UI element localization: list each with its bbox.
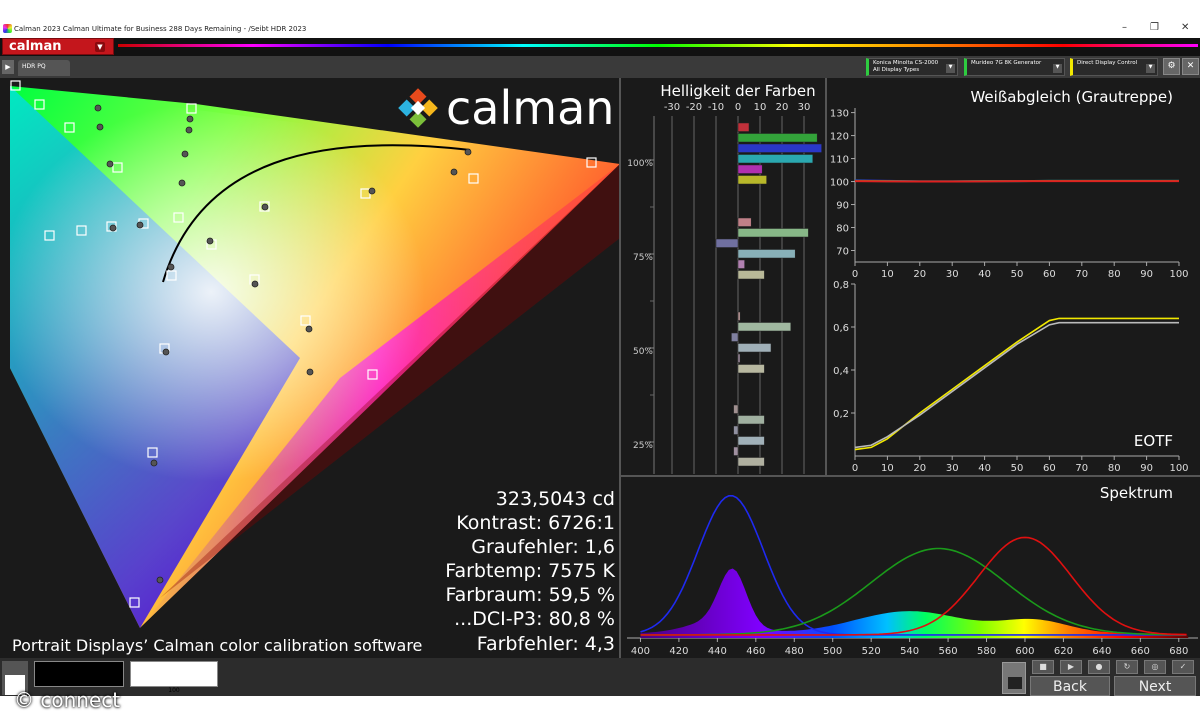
minimize-button[interactable]: – [1122, 22, 1127, 33]
maximize-button[interactable]: ❐ [1150, 22, 1159, 33]
measured-point [251, 280, 259, 288]
settings-gear-icon[interactable]: ⚙ [1163, 58, 1180, 75]
measured-point [450, 168, 458, 176]
device-meter-sub: All Display Types [873, 67, 920, 73]
device-generator-name: Murideo 7G 8K Generator [971, 60, 1042, 66]
connect-watermark: © connect [14, 688, 121, 712]
stat-luminance: 323,5043 cd [495, 488, 615, 510]
measured-point [178, 179, 186, 187]
measured-point [96, 123, 104, 131]
window-title-bar: Calman 2023 Calman Ultimate for Business… [0, 20, 1200, 38]
next-button[interactable]: Next [1114, 676, 1196, 696]
tab-hdr-pq[interactable]: HDR PQ [18, 60, 70, 76]
stat-gray-error: Graufehler: 1,6 [471, 536, 615, 558]
app-toolbar [0, 38, 1200, 56]
measured-point [150, 459, 158, 467]
device-meter-name: Konica Minolta CS-2000 [873, 60, 939, 66]
next-label: Next [1138, 679, 1172, 695]
measured-point [206, 237, 214, 245]
credit-caption: Portrait Displays’ Calman color calibrat… [12, 636, 423, 655]
device-meter[interactable]: Konica Minolta CS-2000 All Display Types… [866, 58, 958, 76]
chevron-down-icon[interactable]: ▼ [946, 64, 955, 73]
loop-icon[interactable]: ↻ [1116, 660, 1138, 674]
stat-color-temp: Farbtemp: 7575 K [445, 560, 615, 582]
device-display-name: Direct Display Control [1077, 60, 1138, 66]
bottom-white-strip [0, 696, 1200, 720]
device-display[interactable]: Direct Display Control ▼ [1070, 58, 1158, 76]
measured-point [162, 348, 170, 356]
measured-point [156, 576, 164, 584]
measured-point [185, 126, 193, 134]
measured-point [306, 368, 314, 376]
stop-icon[interactable]: ■ [1032, 660, 1054, 674]
patch-swatch-white[interactable] [130, 661, 218, 687]
check-icon[interactable]: ✓ [1172, 660, 1194, 674]
measured-point [368, 187, 376, 195]
record-icon[interactable]: ● [1088, 660, 1110, 674]
app-icon [3, 24, 12, 33]
chevron-down-icon[interactable]: ▼ [95, 42, 105, 52]
stat-gamut: Farbraum: 59,5 % [445, 584, 615, 606]
measured-point [464, 148, 472, 156]
play-icon[interactable]: ▶ [2, 60, 14, 74]
measured-point [181, 150, 189, 158]
logo-label: calman [9, 39, 62, 54]
patch-swatch-value: 100 [168, 687, 180, 694]
back-button[interactable]: Back [1030, 676, 1110, 696]
display-icon[interactable] [1002, 662, 1026, 694]
stat-dci-p3: ...DCI-P3: 80,8 % [454, 608, 615, 630]
measured-point [167, 263, 175, 271]
close-panel-icon[interactable]: ✕ [1182, 58, 1199, 75]
window-title: Calman 2023 Calman Ultimate for Business… [14, 25, 307, 33]
calman-menu-button[interactable]: calman ▼ [2, 38, 114, 55]
measured-point [261, 203, 269, 211]
measured-point [305, 325, 313, 333]
chevron-down-icon[interactable]: ▼ [1146, 64, 1155, 73]
measured-point [106, 160, 114, 168]
rainbow-strip [118, 44, 1198, 47]
calman-wordmark: calman [446, 81, 614, 135]
play-icon[interactable]: ▶ [1060, 660, 1082, 674]
measured-point [136, 221, 144, 229]
patch-swatch-black[interactable] [34, 661, 124, 687]
stat-contrast: Kontrast: 6726:1 [456, 512, 615, 534]
chevron-down-icon[interactable]: ▼ [1053, 64, 1062, 73]
measured-point [94, 104, 102, 112]
device-generator[interactable]: Murideo 7G 8K Generator ▼ [964, 58, 1065, 76]
camera-icon[interactable]: ◎ [1144, 660, 1166, 674]
stat-color-error: Farbfehler: 4,3 [476, 633, 615, 655]
close-button[interactable]: ✕ [1181, 22, 1189, 33]
tab-label: HDR PQ [22, 63, 46, 70]
measured-point [186, 115, 194, 123]
back-label: Back [1053, 679, 1087, 695]
measured-point [109, 224, 117, 232]
